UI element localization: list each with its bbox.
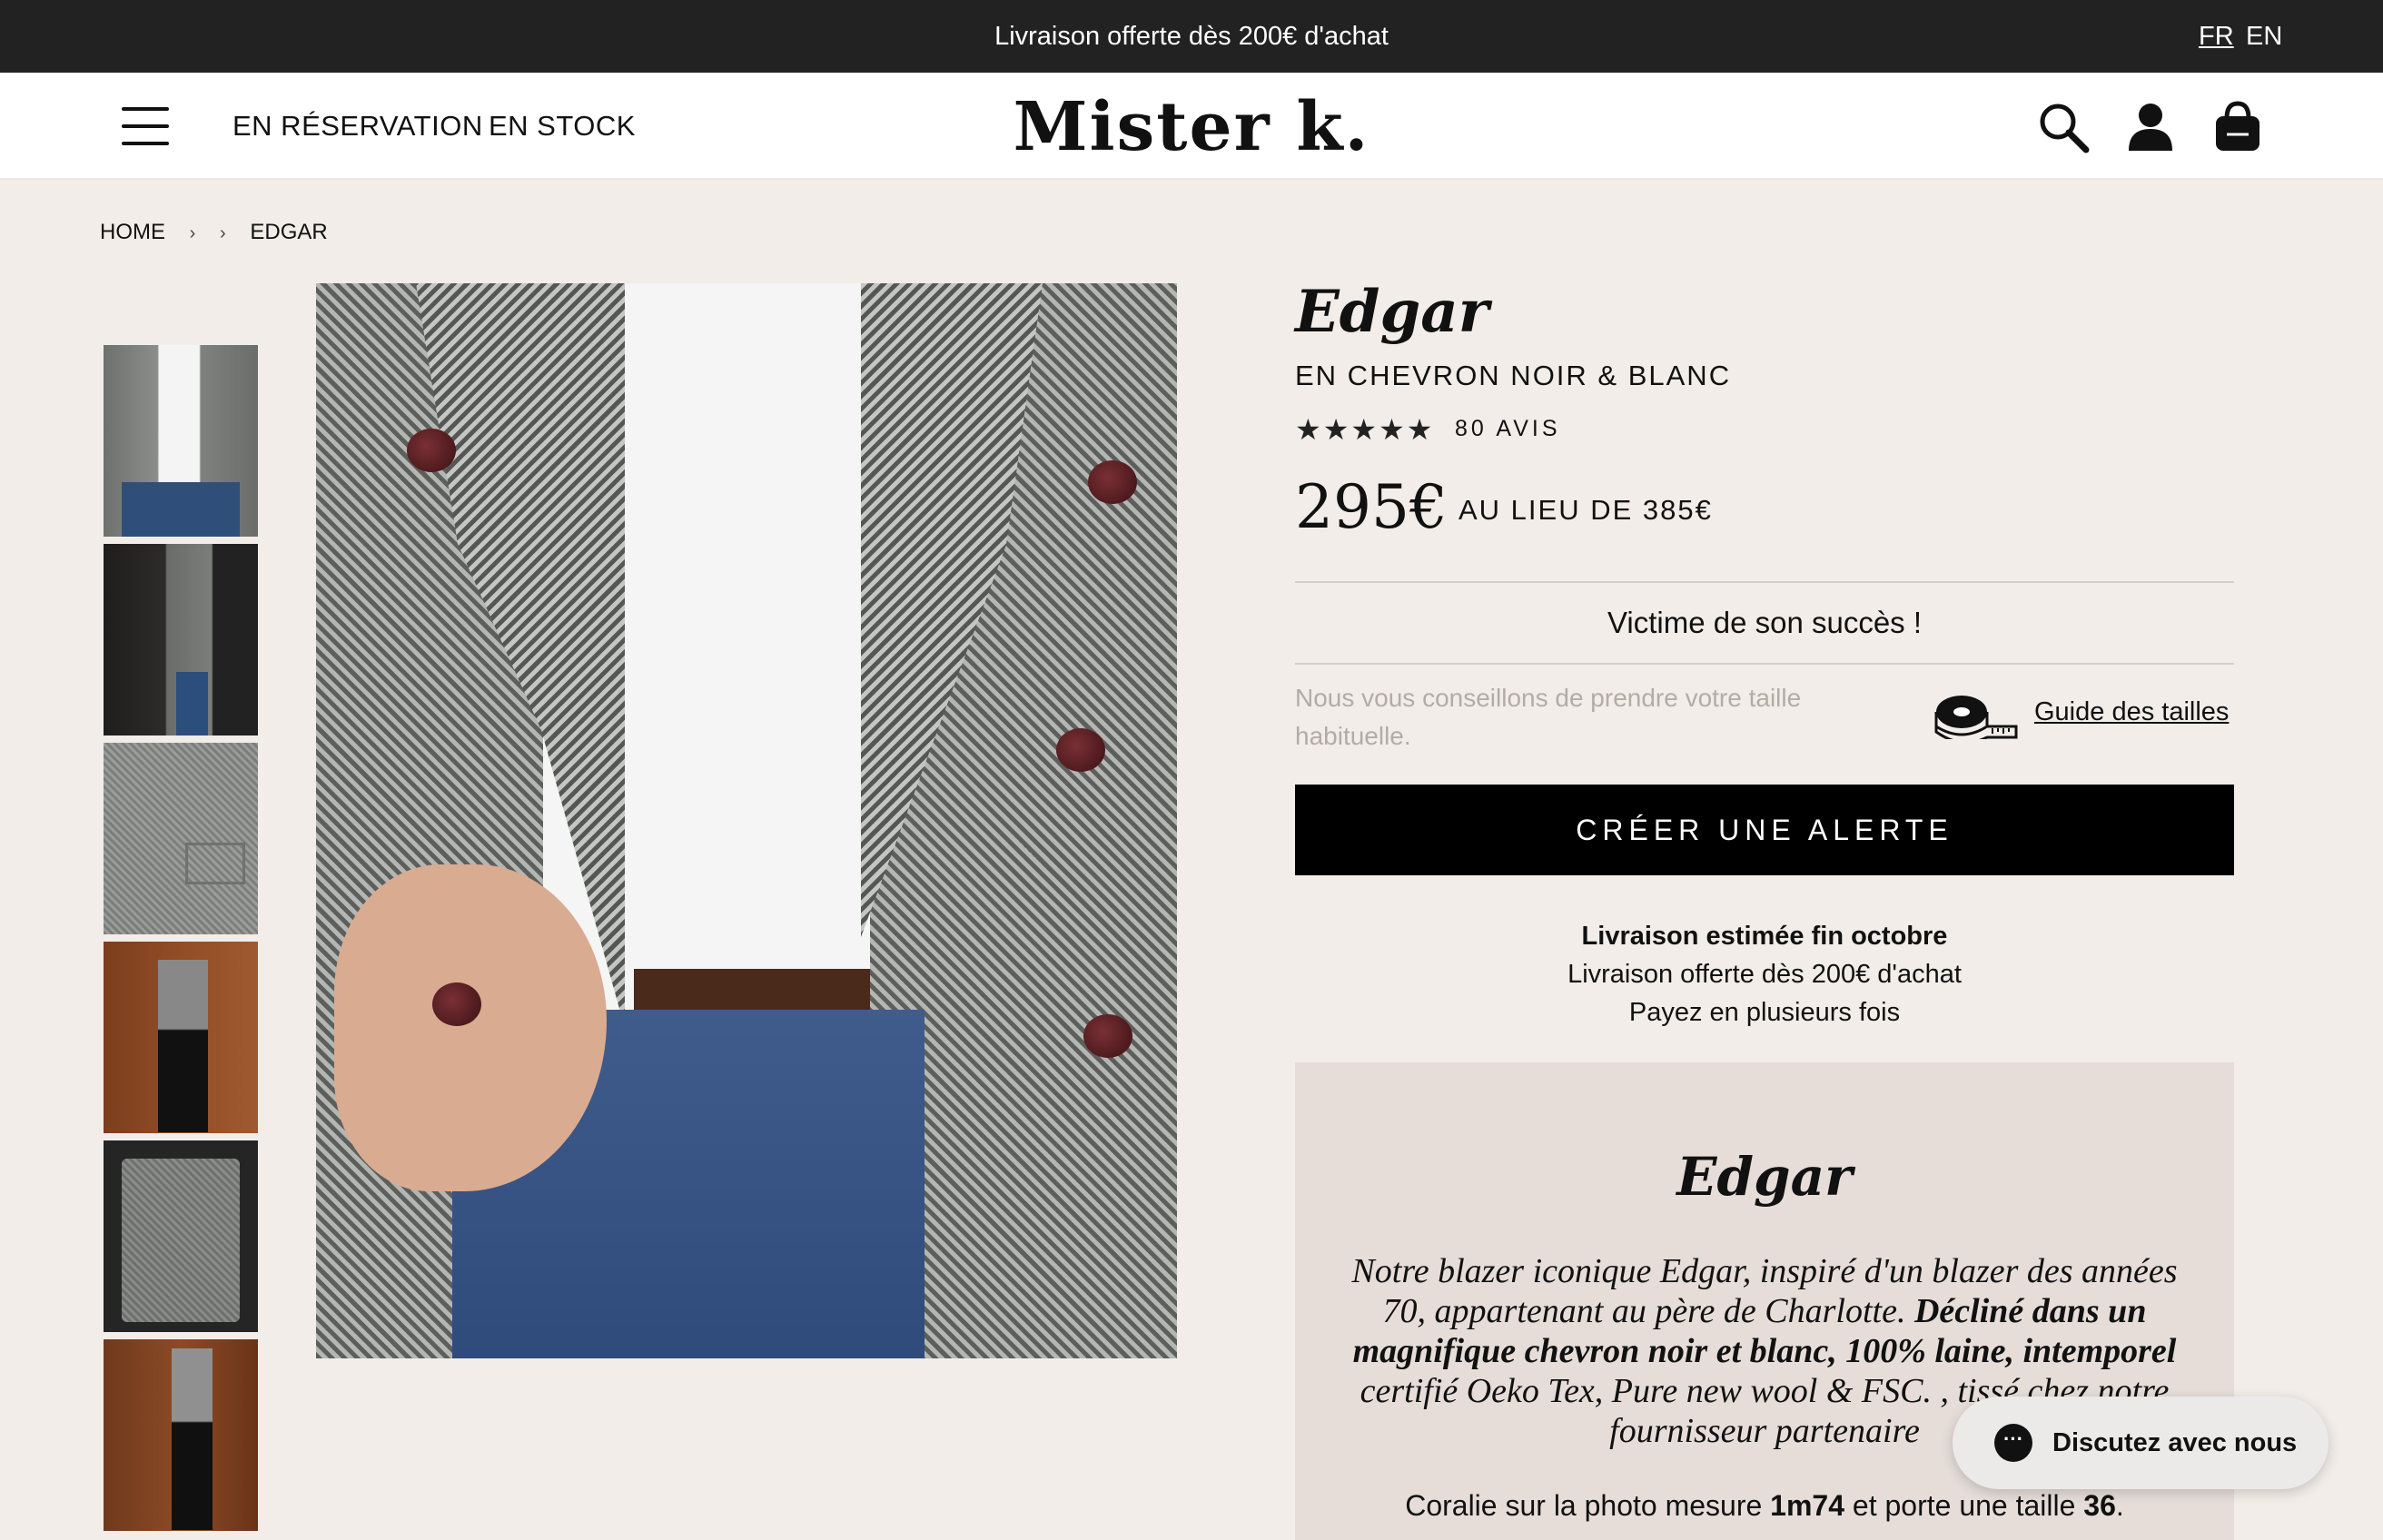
- measure-prefix: Coralie sur la photo mesure: [1405, 1489, 1771, 1522]
- product-old-price: AU LIEU DE 385€: [1458, 494, 1713, 526]
- create-alert-button[interactable]: CRÉER UNE ALERTE: [1295, 785, 2234, 875]
- product-title: Edgar: [1295, 278, 1489, 346]
- jacket-button: [1056, 728, 1105, 772]
- language-fr-link[interactable]: FR: [2199, 0, 2234, 73]
- breadcrumb-separator: ›: [189, 223, 196, 243]
- description-title: Edgar: [1676, 1146, 1853, 1208]
- bag-icon[interactable]: [2210, 100, 2265, 154]
- chat-label: Discutez avec nous: [2052, 1428, 2298, 1457]
- announcement-text: Livraison offerte dès 200€ d'achat: [994, 22, 1389, 51]
- jacket-button: [1083, 1014, 1132, 1058]
- product-thumbnail[interactable]: [104, 942, 258, 1133]
- payment-info: Payez en plusieurs fois: [1628, 998, 1901, 1027]
- account-icon[interactable]: [2123, 100, 2178, 154]
- main-product-image[interactable]: [316, 283, 1177, 1358]
- measure-height: 1m74: [1770, 1489, 1845, 1522]
- jacket-button: [432, 982, 481, 1026]
- rating-stars-icon: ★★★★★: [1295, 413, 1435, 446]
- menu-icon[interactable]: [122, 107, 169, 145]
- jacket-button: [407, 429, 456, 472]
- site-header: EN RÉSERVATION EN STOCK Mister k.: [0, 73, 2383, 180]
- measure-mid: et porte une taille: [1844, 1489, 2084, 1522]
- divider: [1295, 663, 2234, 665]
- shipping-estimate: Livraison estimée fin octobre: [1581, 922, 1948, 951]
- site-logo[interactable]: Mister k.: [919, 73, 1464, 180]
- measure-suffix: .: [2115, 1489, 2124, 1522]
- lapel-shape: [861, 283, 1043, 937]
- product-thumbnail[interactable]: [104, 743, 258, 934]
- model-measurements: Coralie sur la photo mesure 1m74 et port…: [1295, 1489, 2234, 1523]
- breadcrumb-separator: ›: [220, 223, 226, 243]
- nav-reservation-link[interactable]: EN RÉSERVATION: [232, 73, 483, 180]
- product-thumbnail[interactable]: [104, 1339, 258, 1531]
- product-thumbnail[interactable]: [104, 345, 258, 537]
- measure-size: 36: [2083, 1489, 2116, 1522]
- announcement-bar: Livraison offerte dès 200€ d'achat FR EN: [0, 0, 2383, 73]
- size-advice: Nous vous conseillons de prendre votre t…: [1295, 684, 1802, 750]
- chat-bubble-icon: ···: [1994, 1424, 2032, 1462]
- product-price: 295€: [1295, 472, 1448, 542]
- measuring-tape-icon[interactable]: [1934, 692, 2018, 739]
- product-thumbnail[interactable]: [104, 1140, 258, 1332]
- stock-status: Victime de son succès !: [1607, 606, 1923, 639]
- reviews-link[interactable]: 80 AVIS: [1455, 416, 1561, 442]
- breadcrumb-current: EDGAR: [250, 220, 328, 244]
- breadcrumb: HOME › › EDGAR: [100, 220, 346, 245]
- breadcrumb-home[interactable]: HOME: [100, 220, 165, 244]
- shipping-info: Livraison estimée fin octobre Livraison …: [1295, 917, 2234, 1032]
- size-guide-link[interactable]: Guide des tailles: [2034, 697, 2229, 727]
- nav-stock-link[interactable]: EN STOCK: [489, 73, 636, 180]
- jacket-button: [1088, 460, 1137, 504]
- chat-widget-button[interactable]: ··· Discutez avec nous: [1953, 1397, 2329, 1489]
- shipping-free: Livraison offerte dès 200€ d'achat: [1567, 960, 1962, 989]
- thumbnail-list: [104, 345, 258, 1538]
- product-thumbnail[interactable]: [104, 544, 258, 735]
- language-en-link[interactable]: EN: [2246, 0, 2282, 73]
- search-icon[interactable]: [2036, 100, 2091, 154]
- product-subtitle: EN CHEVRON NOIR & BLANC: [1295, 360, 1732, 391]
